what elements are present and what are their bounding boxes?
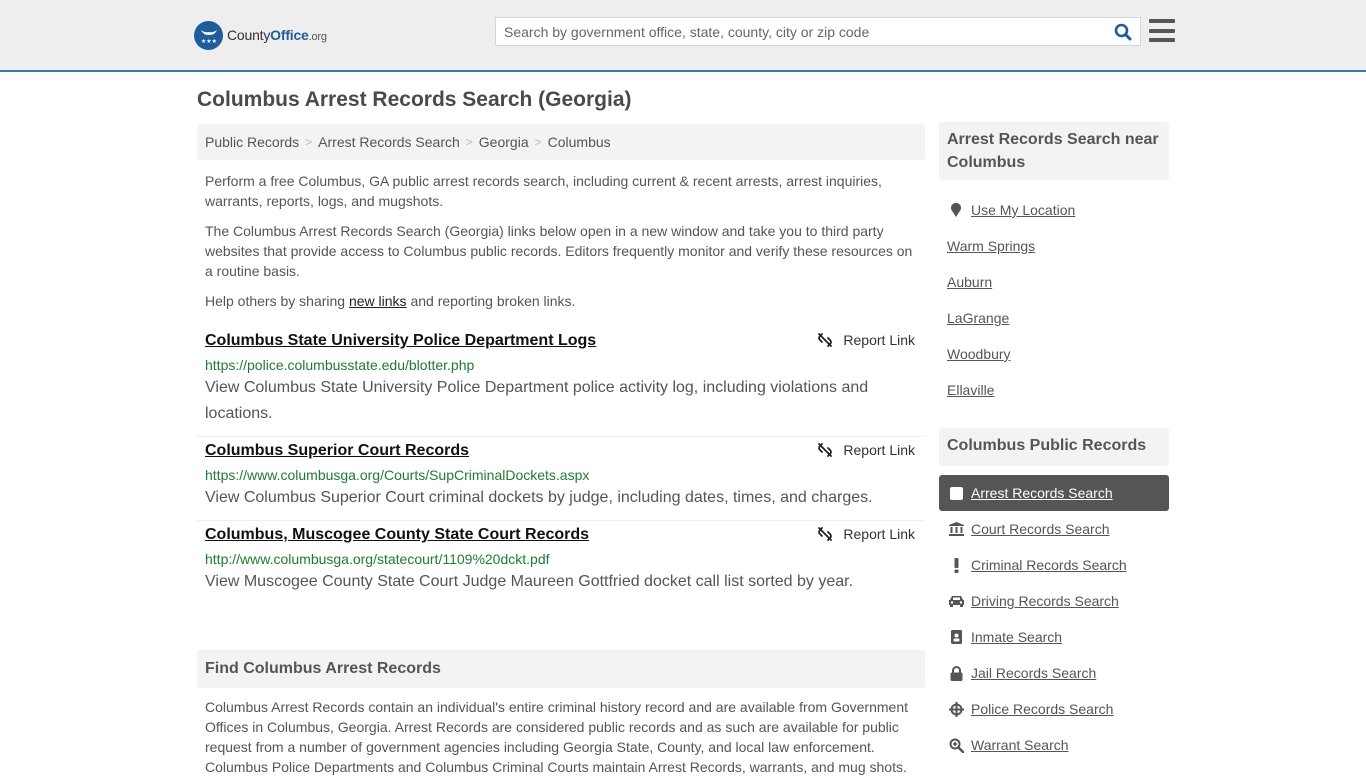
nearby-place-item: Warm Springs <box>939 228 1169 264</box>
public-records-heading: Columbus Public Records <box>939 428 1169 466</box>
nearby-place-item: LaGrange <box>939 300 1169 336</box>
nearby-place-link[interactable]: Ellaville <box>947 382 994 398</box>
intro-paragraph-1: Perform a free Columbus, GA public arres… <box>205 173 882 209</box>
car-icon <box>947 593 965 609</box>
search-bar <box>495 17 1141 46</box>
sidebar-item-jail-records[interactable]: Jail Records Search <box>939 655 1169 691</box>
find-records-heading: Find Columbus Arrest Records <box>197 650 925 688</box>
nearby-place-link[interactable]: Woodbury <box>947 346 1011 362</box>
svg-text:★★★: ★★★ <box>200 38 216 45</box>
nearby-place-link[interactable]: Auburn <box>947 274 992 290</box>
resource-link-description: View Columbus State University Police De… <box>205 379 869 422</box>
nearby-place-link[interactable]: Warm Springs <box>947 238 1035 254</box>
breadcrumb-georgia[interactable]: Georgia <box>479 134 529 150</box>
search-button[interactable] <box>1106 18 1140 45</box>
nearby-heading: Arrest Records Search near Columbus <box>939 122 1169 180</box>
nearby-list: Use My Location Warm Springs Auburn LaGr… <box>939 192 1169 408</box>
sidebar-item-driving-records[interactable]: Driving Records Search <box>939 583 1169 619</box>
broken-link-icon <box>818 527 833 541</box>
intro-paragraph-2: The Columbus Arrest Records Search (Geor… <box>205 223 913 279</box>
resource-link-description: View Columbus Superior Court criminal do… <box>205 489 873 506</box>
resource-link-title[interactable]: Columbus State University Police Departm… <box>205 331 596 351</box>
resource-link-title[interactable]: Columbus Superior Court Records <box>205 441 469 461</box>
search-icon <box>1114 23 1132 40</box>
breadcrumb-separator: > <box>305 135 313 149</box>
report-link-button[interactable]: Report Link <box>817 442 915 458</box>
intro-paragraph-3: Help others by sharing new links and rep… <box>205 293 576 309</box>
breadcrumb-separator: > <box>465 135 473 149</box>
courthouse-icon <box>947 521 965 537</box>
resource-link-title[interactable]: Columbus, Muscogee County State Court Re… <box>205 525 589 545</box>
crosshairs-icon <box>947 701 965 717</box>
search-input[interactable] <box>496 18 1106 45</box>
eagle-stars-icon: ★★★ <box>194 20 223 50</box>
sidebar-item-inmate-search[interactable]: Inmate Search <box>939 619 1169 655</box>
resource-link-item: Columbus State University Police Departm… <box>197 327 925 437</box>
site-header: ★★★ CountyOffice.org <box>0 0 1366 72</box>
nearby-place-item: Woodbury <box>939 336 1169 372</box>
search-plus-icon <box>947 737 965 753</box>
resource-link-url: https://www.columbusga.org/Courts/SupCri… <box>205 467 590 483</box>
resource-link-description: View Muscogee County State Court Judge M… <box>205 573 854 590</box>
public-records-list: Arrest Records Search Court Records Sear… <box>939 475 1169 763</box>
nearby-place-item: Ellaville <box>939 372 1169 408</box>
use-my-location-link[interactable]: Use My Location <box>971 202 1075 218</box>
resource-link-url: https://police.columbusstate.edu/blotter… <box>205 357 475 373</box>
resource-link-list: Columbus State University Police Departm… <box>197 327 925 604</box>
nearby-place-item: Auburn <box>939 264 1169 300</box>
logo-text: CountyOffice.org <box>227 27 327 43</box>
resource-link-url: http://www.columbusga.org/statecourt/110… <box>205 551 550 567</box>
broken-link-icon <box>818 333 833 347</box>
sidebar-item-criminal-records[interactable]: Criminal Records Search <box>939 547 1169 583</box>
breadcrumb-arrest-records-search[interactable]: Arrest Records Search <box>318 134 460 150</box>
id-badge-icon <box>947 629 965 645</box>
exclamation-icon <box>947 557 965 573</box>
report-link-button[interactable]: Report Link <box>817 332 915 348</box>
new-links-link[interactable]: new links <box>349 293 407 309</box>
lock-icon <box>947 665 965 681</box>
hamburger-menu-icon[interactable] <box>1149 19 1175 42</box>
sidebar-item-police-records[interactable]: Police Records Search <box>939 691 1169 727</box>
sidebar-item-court-records[interactable]: Court Records Search <box>939 511 1169 547</box>
breadcrumb: Public Records > Arrest Records Search >… <box>197 124 925 160</box>
site-logo[interactable]: ★★★ CountyOffice.org <box>194 20 327 50</box>
find-records-body: Columbus Arrest Records contain an indiv… <box>205 699 908 775</box>
breadcrumb-public-records[interactable]: Public Records <box>205 134 299 150</box>
resource-link-item: Columbus Superior Court Records Report L… <box>197 437 925 521</box>
map-marker-icon <box>947 202 965 218</box>
broken-link-icon <box>818 443 833 457</box>
breadcrumb-columbus[interactable]: Columbus <box>548 134 611 150</box>
breadcrumb-separator: > <box>534 135 542 149</box>
intro-text: Perform a free Columbus, GA public arres… <box>205 171 920 321</box>
use-my-location-item: Use My Location <box>939 192 1169 228</box>
sidebar-item-arrest-records[interactable]: Arrest Records Search <box>939 475 1169 511</box>
page-title: Columbus Arrest Records Search (Georgia) <box>197 88 632 111</box>
square-icon <box>947 485 965 501</box>
nearby-place-link[interactable]: LaGrange <box>947 310 1009 326</box>
report-link-button[interactable]: Report Link <box>817 526 915 542</box>
sidebar-item-warrant-search[interactable]: Warrant Search <box>939 727 1169 763</box>
resource-link-item: Columbus, Muscogee County State Court Re… <box>197 521 925 604</box>
